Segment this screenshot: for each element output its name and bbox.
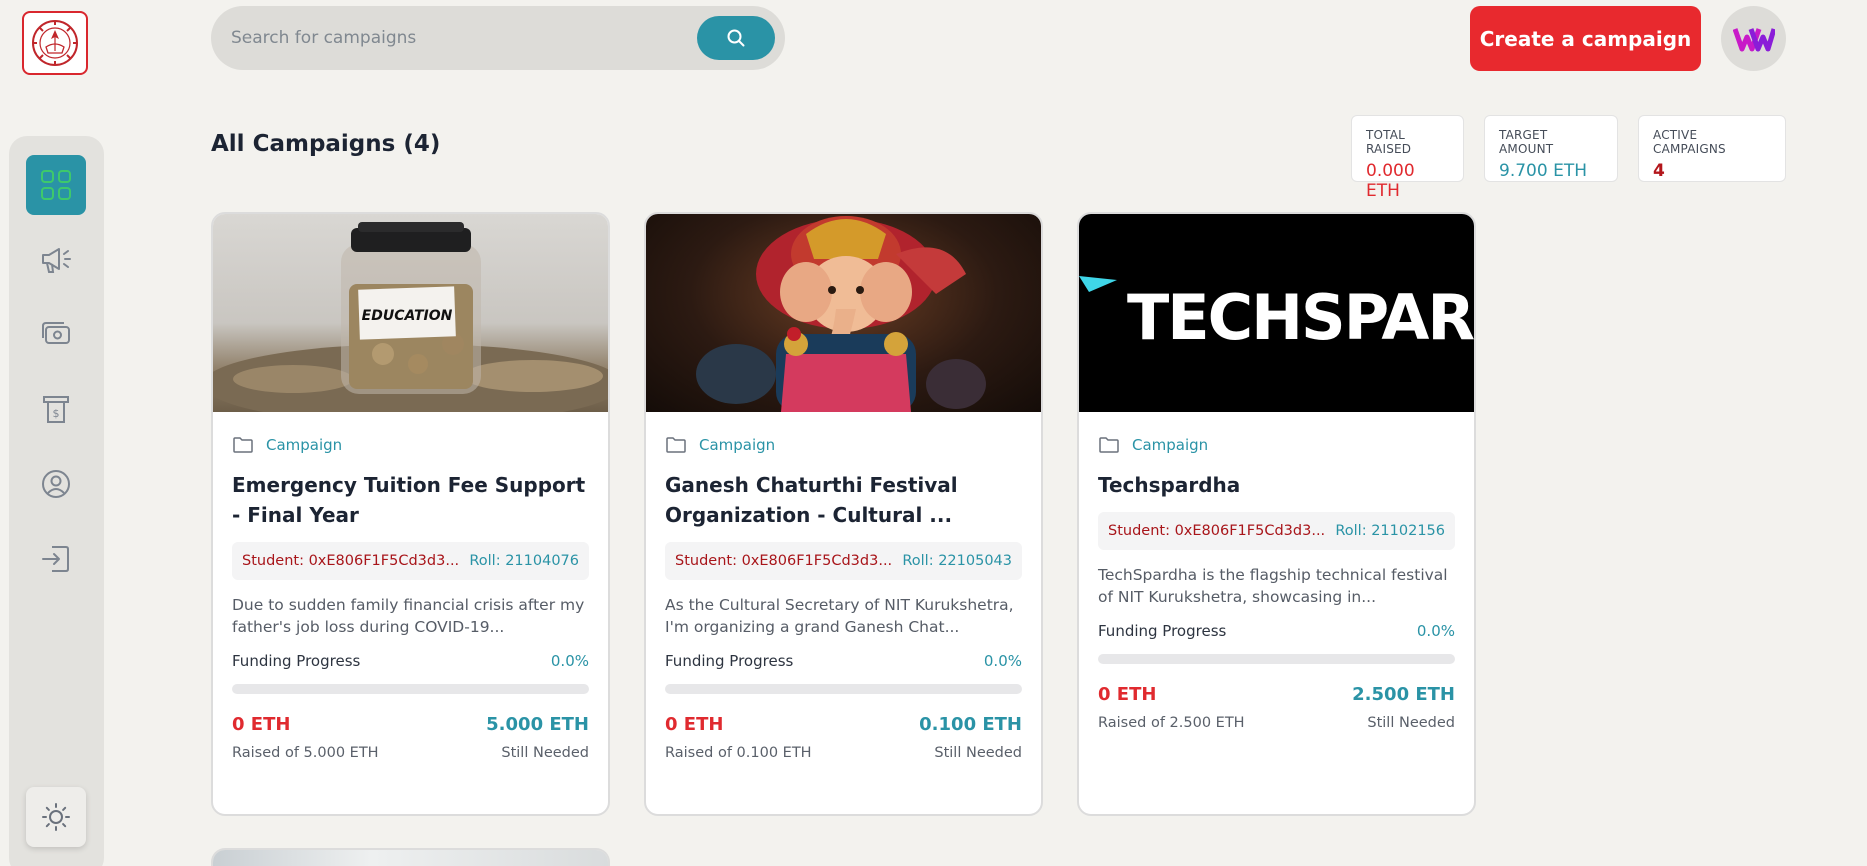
raised-amount: 0 ETH (665, 714, 724, 735)
campaign-description: TechSpardha is the flagship technical fe… (1098, 566, 1448, 606)
dashboard-grid-icon (41, 170, 71, 200)
sidebar-item-logout[interactable] (26, 529, 86, 589)
sidebar-item-campaigns[interactable] (26, 229, 86, 289)
page-title: All Campaigns (4) (211, 131, 441, 157)
logout-icon (42, 546, 69, 572)
campaign-meta: Student: 0xE806F1F5Cd3d3... Roll: 221050… (665, 542, 1022, 580)
progress-header: Funding Progress 0.0% (665, 652, 1022, 670)
stat-value: 4 (1653, 161, 1665, 181)
money-icon (42, 322, 70, 344)
amount-captions: Raised of 5.000 ETH Still Needed (232, 745, 589, 761)
jar-label-text: EDUCATION (362, 308, 453, 324)
campaign-image (213, 850, 608, 866)
campaign-card[interactable]: TECHSPARD Campaign Techspardha Student: … (1077, 212, 1476, 816)
roll-number: Roll: 21104076 (469, 553, 579, 569)
stat-active-campaigns: ACTIVE CAMPAIGNS 4 (1638, 115, 1786, 182)
needed-amount: 0.100 ETH (919, 714, 1022, 735)
amount-row: 0 ETH 0.100 ETH (665, 714, 1022, 735)
category-label[interactable]: Campaign (699, 436, 775, 454)
progress-label: Funding Progress (665, 652, 794, 670)
campaign-description: Due to sudden family financial crisis af… (232, 596, 585, 636)
stat-target-amount: TARGET AMOUNT 9.700 ETH (1484, 115, 1618, 182)
campaign-meta: Student: 0xE806F1F5Cd3d3... Roll: 211040… (232, 542, 589, 580)
needed-caption: Still Needed (1367, 715, 1455, 731)
progress-label: Funding Progress (1098, 622, 1227, 640)
amount-row: 0 ETH 2.500 ETH (1098, 684, 1455, 705)
stat-label: TOTAL RAISED (1366, 128, 1412, 156)
campaign-title[interactable]: Ganesh Chaturthi Festival Organization -… (665, 470, 1022, 530)
create-campaign-button[interactable]: Create a campaign (1470, 6, 1701, 71)
folder-icon (233, 437, 253, 453)
sidebar-item-payments[interactable] (26, 304, 86, 364)
needed-amount: 2.500 ETH (1352, 684, 1455, 705)
campaign-card[interactable]: Campaign Ganesh Chaturthi Festival Organ… (644, 212, 1043, 816)
techspardha-wordmark: TECHSPARD (1127, 281, 1474, 354)
sidebar-item-profile[interactable] (26, 454, 86, 514)
progress-percent: 0.0% (1416, 622, 1455, 640)
svg-text:$: $ (53, 407, 60, 420)
app-logo[interactable] (22, 11, 88, 75)
progress-percent: 0.0% (550, 652, 589, 670)
search-bar (211, 6, 785, 70)
student-address: Student: 0xE806F1F5Cd3d3... (675, 553, 893, 569)
needed-amount: 5.000 ETH (486, 714, 589, 735)
progress-bar (1098, 654, 1455, 664)
student-address: Student: 0xE806F1F5Cd3d3... (1108, 523, 1326, 539)
category-row: Campaign (665, 434, 1022, 456)
progress-header: Funding Progress 0.0% (1098, 622, 1455, 640)
student-address: Student: 0xE806F1F5Cd3d3... (242, 553, 460, 569)
search-icon (727, 29, 745, 47)
ganesh-idol-image (646, 214, 1041, 412)
category-label[interactable]: Campaign (266, 436, 342, 454)
withdraw-icon: $ (43, 396, 69, 423)
search-input[interactable] (231, 22, 691, 54)
stat-label: TARGET AMOUNT (1499, 128, 1554, 156)
search-button[interactable] (697, 16, 775, 60)
amount-captions: Raised of 2.500 ETH Still Needed (1098, 715, 1455, 731)
category-label[interactable]: Campaign (1132, 436, 1208, 454)
needed-caption: Still Needed (501, 745, 589, 761)
amount-captions: Raised of 0.100 ETH Still Needed (665, 745, 1022, 761)
category-row: Campaign (232, 434, 589, 456)
amount-row: 0 ETH 5.000 ETH (232, 714, 589, 735)
stat-label: ACTIVE CAMPAIGNS (1653, 128, 1726, 156)
raised-caption: Raised of 2.500 ETH (1098, 715, 1245, 731)
sidebar-item-dashboard[interactable] (26, 155, 86, 215)
category-row: Campaign (1098, 434, 1455, 456)
stat-total-raised: TOTAL RAISED 0.000 ETH (1351, 115, 1464, 201)
roll-number: Roll: 22105043 (902, 553, 1012, 569)
institute-emblem-icon (32, 20, 78, 66)
campaign-card[interactable]: EDUCATION Campaign Emergency Tuition Fee… (211, 212, 610, 816)
avatar[interactable] (1721, 6, 1786, 71)
campaign-title[interactable]: Emergency Tuition Fee Support - Final Ye… (232, 470, 589, 530)
raised-amount: 0 ETH (1098, 684, 1157, 705)
campaign-card[interactable] (211, 848, 610, 866)
stat-value: 0.000 ETH (1366, 161, 1415, 201)
campaign-meta: Student: 0xE806F1F5Cd3d3... Roll: 211021… (1098, 512, 1455, 550)
raised-caption: Raised of 5.000 ETH (232, 745, 379, 761)
techspardha-logo-image: TECHSPARD (1079, 214, 1474, 412)
campaign-title[interactable]: Techspardha (1098, 470, 1455, 500)
profile-icon (42, 470, 70, 498)
raised-caption: Raised of 0.100 ETH (665, 745, 812, 761)
stat-value: 9.700 ETH (1499, 161, 1587, 181)
needed-caption: Still Needed (934, 745, 1022, 761)
progress-label: Funding Progress (232, 652, 361, 670)
theme-toggle-button[interactable] (26, 787, 86, 847)
roll-number: Roll: 21102156 (1335, 523, 1445, 539)
progress-bar (665, 684, 1022, 694)
progress-header: Funding Progress 0.0% (232, 652, 589, 670)
campaign-description: As the Cultural Secretary of NIT Kuruksh… (665, 596, 1014, 636)
progress-bar (232, 684, 589, 694)
sidebar: $ (9, 136, 104, 866)
sidebar-item-withdraw[interactable]: $ (26, 379, 86, 439)
progress-percent: 0.0% (983, 652, 1022, 670)
raised-amount: 0 ETH (232, 714, 291, 735)
user-avatar-logo-icon (1732, 27, 1775, 51)
education-jar-image: EDUCATION (213, 214, 608, 412)
sun-icon (42, 803, 70, 831)
megaphone-icon (42, 248, 71, 273)
folder-icon (666, 437, 686, 453)
folder-icon (1099, 437, 1119, 453)
